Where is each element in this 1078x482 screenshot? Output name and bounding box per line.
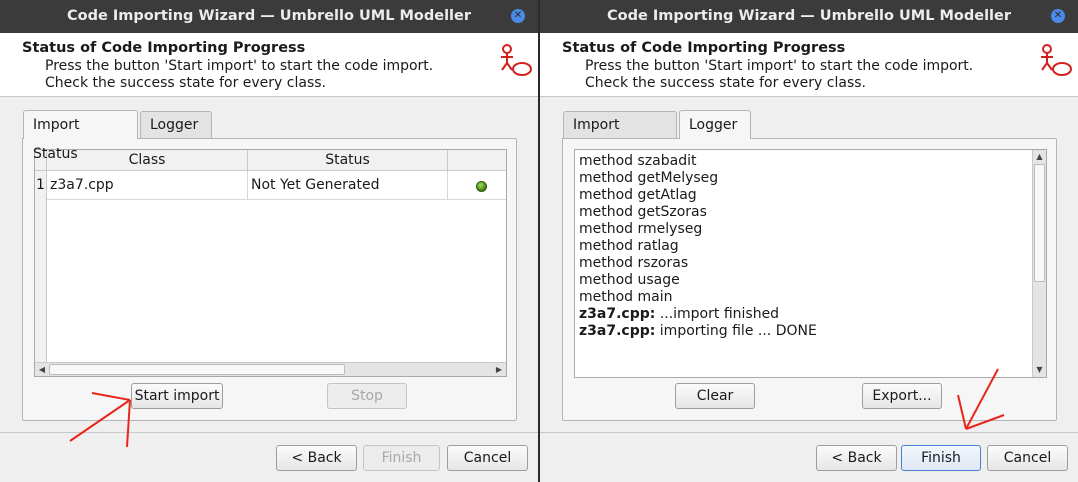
row-number: 1 xyxy=(35,171,47,200)
log-line: method usage xyxy=(579,272,680,289)
log-line-text: importing file ... DONE xyxy=(655,323,817,339)
log-line-text: method ratlag xyxy=(579,238,679,254)
umbrello-logo-icon xyxy=(501,44,532,76)
export-button[interactable]: Export... xyxy=(862,383,942,409)
scroll-up-icon[interactable]: ▲ xyxy=(1033,150,1046,164)
log-output[interactable]: ▲ ▼ method szabadit method getMelyseg meth… xyxy=(574,149,1047,378)
log-line: method main xyxy=(579,289,673,306)
log-line-text: method main xyxy=(579,289,673,305)
log-line-text: ...import finished xyxy=(655,306,780,322)
tab-import-status[interactable]: Import Status xyxy=(23,110,138,162)
log-line-source: z3a7.cpp: xyxy=(579,323,656,339)
log-line: method getAtlag xyxy=(579,187,697,204)
table-row[interactable]: 1 z3a7.cpp Not Yet Generated xyxy=(35,171,506,200)
log-line: method rmelyseg xyxy=(579,221,702,238)
status-led-icon xyxy=(476,181,487,192)
finish-button[interactable]: Finish xyxy=(901,445,981,471)
scrollbar-thumb[interactable] xyxy=(49,364,345,375)
cancel-button[interactable]: Cancel xyxy=(987,445,1068,471)
close-icon[interactable]: ✕ xyxy=(511,9,525,23)
log-line: z3a7.cpp: ...import finished xyxy=(579,306,779,323)
log-line-text: method rszoras xyxy=(579,255,689,271)
table-header: Class Status xyxy=(35,150,506,171)
page-instruction-2: Check the success state for every class. xyxy=(45,75,326,91)
page-instruction-1: Press the button 'Start import' to start… xyxy=(45,58,434,74)
wizard-header: Status of Code Importing Progress Press … xyxy=(540,33,1078,97)
back-button[interactable]: < Back xyxy=(816,445,897,471)
log-line-text: method szabadit xyxy=(579,153,697,169)
wizard-header: Status of Code Importing Progress Press … xyxy=(0,33,538,97)
log-line-text: method getAtlag xyxy=(579,187,697,203)
back-button[interactable]: < Back xyxy=(276,445,357,471)
import-status-panel: Class Status 1 z3a7.cpp Not Yet Generate… xyxy=(22,138,517,421)
row-header-strip xyxy=(35,200,47,362)
class-status-table[interactable]: Class Status 1 z3a7.cpp Not Yet Generate… xyxy=(34,149,507,377)
log-line: method rszoras xyxy=(579,255,688,272)
log-line: method getSzoras xyxy=(579,204,707,221)
finish-button[interactable]: Finish xyxy=(363,445,440,471)
start-import-button[interactable]: Start import xyxy=(131,383,223,409)
log-line-text: method getSzoras xyxy=(579,204,707,220)
log-line: z3a7.cpp: importing file ... DONE xyxy=(579,323,817,340)
window-title: Code Importing Wizard — Umbrello UML Mod… xyxy=(66,8,472,24)
log-line-text: method usage xyxy=(579,272,680,288)
page-title: Status of Code Importing Progress xyxy=(22,40,306,56)
log-line-text: method getMelyseg xyxy=(579,170,719,186)
stop-button[interactable]: Stop xyxy=(327,383,407,409)
logger-panel: ▲ ▼ method szabadit method getMelyseg meth… xyxy=(562,138,1057,421)
scrollbar-thumb[interactable] xyxy=(1034,164,1045,282)
window-title: Code Importing Wizard — Umbrello UML Mod… xyxy=(606,8,1012,24)
class-cell: z3a7.cpp xyxy=(47,171,248,200)
log-line: method getMelyseg xyxy=(579,170,718,187)
column-header-status[interactable]: Status xyxy=(248,150,448,171)
page-instruction-1: Press the button 'Start import' to start… xyxy=(585,58,974,74)
log-line: method ratlag xyxy=(579,238,679,255)
horizontal-scrollbar[interactable]: ◀ ▶ xyxy=(35,362,506,376)
import-wizard-window-right: Code Importing Wizard — Umbrello UML Mod… xyxy=(540,0,1078,482)
title-bar: Code Importing Wizard — Umbrello UML Mod… xyxy=(540,0,1078,33)
log-line: method szabadit xyxy=(579,153,696,170)
page-instruction-2: Check the success state for every class. xyxy=(585,75,866,91)
tab-logger[interactable]: Logger xyxy=(140,111,212,139)
tab-import-status[interactable]: Import Status xyxy=(563,111,677,160)
scroll-right-icon[interactable]: ▶ xyxy=(492,363,506,376)
vertical-scrollbar[interactable]: ▲ ▼ xyxy=(1032,150,1046,377)
tab-logger[interactable]: Logger xyxy=(679,110,751,139)
import-wizard-window-left: Code Importing Wizard — Umbrello UML Mod… xyxy=(0,0,538,482)
footer-divider xyxy=(0,432,538,433)
clear-button[interactable]: Clear xyxy=(675,383,755,409)
page-title: Status of Code Importing Progress xyxy=(562,40,846,56)
log-line-source: z3a7.cpp: xyxy=(579,306,656,322)
scroll-down-icon[interactable]: ▼ xyxy=(1033,363,1046,377)
status-cell: Not Yet Generated xyxy=(248,171,448,200)
close-icon[interactable]: ✕ xyxy=(1051,9,1065,23)
cancel-button[interactable]: Cancel xyxy=(447,445,528,471)
scroll-left-icon[interactable]: ◀ xyxy=(35,363,49,376)
log-line-text: method rmelyseg xyxy=(579,221,703,237)
umbrello-logo-icon xyxy=(1041,44,1072,76)
footer-divider xyxy=(540,432,1078,433)
title-bar: Code Importing Wizard — Umbrello UML Mod… xyxy=(0,0,538,33)
